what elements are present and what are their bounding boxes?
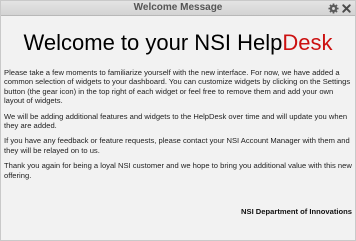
- paragraph-feedback: If you have any feedback or feature requ…: [4, 136, 350, 155]
- welcome-message-widget: Welcome Message Welcome to your NSI Help…: [0, 0, 356, 241]
- paragraph-thanks: Thank you again for being a loyal NSI cu…: [4, 161, 352, 180]
- gear-icon[interactable]: [328, 2, 339, 14]
- headline-accent-text: Desk: [282, 30, 333, 55]
- close-icon[interactable]: [341, 3, 352, 14]
- headline-text: Welcome to your NSI Help: [23, 30, 283, 55]
- widget-title: Welcome Message: [133, 2, 223, 13]
- welcome-headline: Welcome to your NSI HelpDesk: [1, 30, 355, 56]
- paragraph-updates: We will be adding additional features an…: [4, 111, 348, 131]
- widget-titlebar[interactable]: Welcome Message: [1, 1, 355, 16]
- welcome-body: Please take a few moments to familiarize…: [4, 68, 352, 186]
- widget-content: Welcome to your NSI HelpDesk Please take…: [1, 16, 355, 240]
- paragraph-intro: Please take a few moments to familiarize…: [4, 68, 351, 106]
- widget-actions: [328, 2, 352, 14]
- signature: NSI Department of Innovations: [241, 207, 352, 216]
